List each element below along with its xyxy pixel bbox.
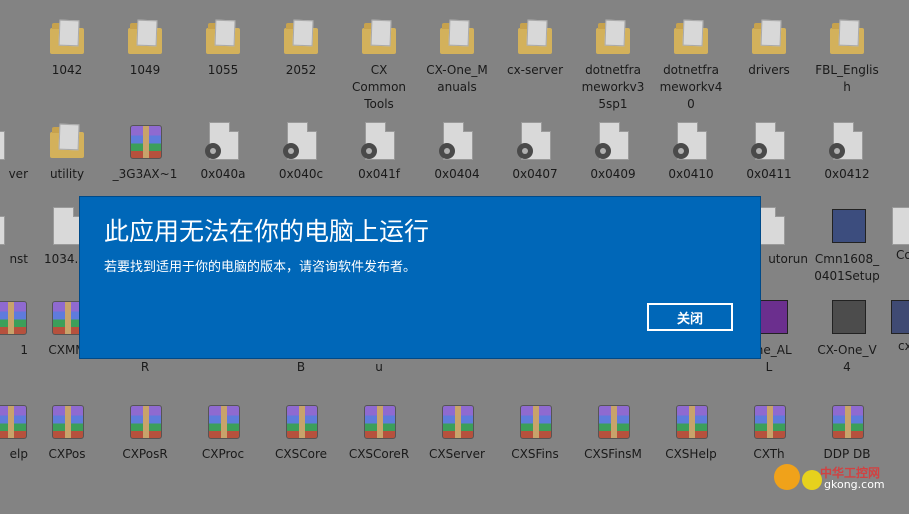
dialog-message: 若要找到适用于你的电脑的版本，请咨询软件发布者。: [104, 260, 417, 275]
watermark-url: gkong.com: [824, 478, 885, 491]
watermark-logo: 中华工控网 gkong.com: [760, 458, 909, 514]
app-incompatible-dialog: 此应用无法在你的电脑上运行 若要找到适用于你的电脑的版本，请咨询软件发布者。 关…: [80, 197, 760, 358]
close-button[interactable]: 关闭: [647, 303, 733, 331]
gear-icon: [802, 470, 822, 490]
dialog-title: 此应用无法在你的电脑上运行: [104, 217, 430, 246]
gear-icon: [774, 464, 800, 490]
